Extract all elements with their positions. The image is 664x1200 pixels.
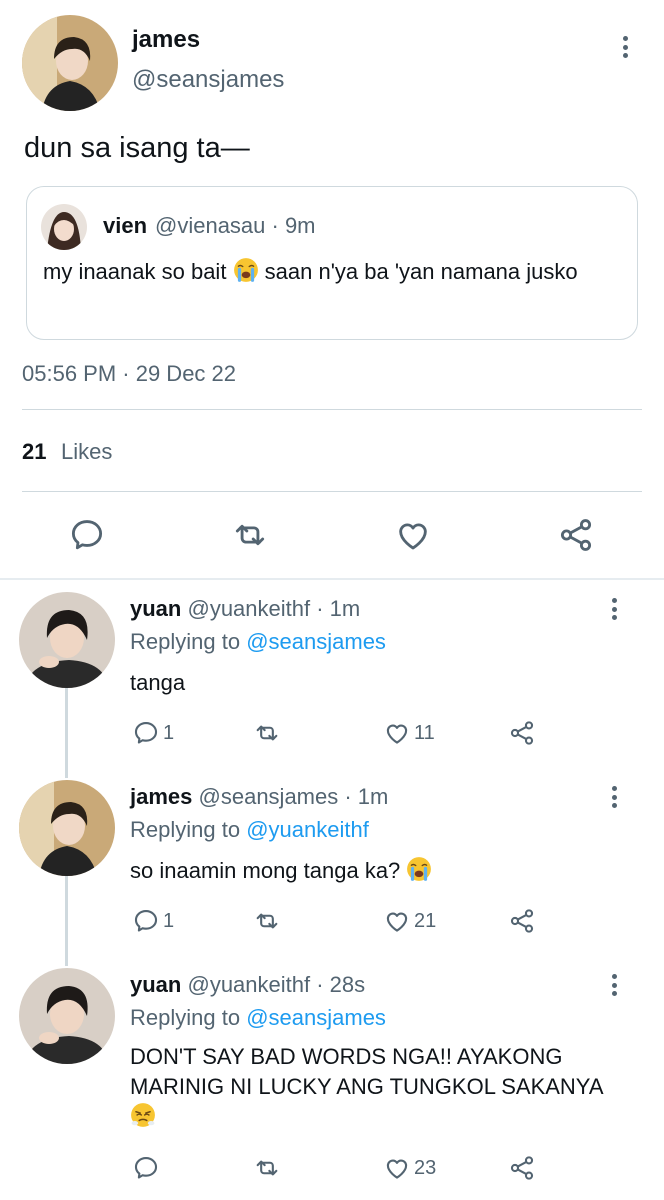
replying-to-prefix: Replying to xyxy=(130,1005,241,1030)
retweet-icon xyxy=(253,1154,281,1182)
reply-tweet[interactable]: yuan @yuankeithf · 28s Replying to @sean… xyxy=(0,968,664,1192)
replying-to-handle[interactable]: @seansjames xyxy=(246,629,386,654)
retweet-button[interactable] xyxy=(253,907,281,935)
like-button[interactable]: 11 xyxy=(383,719,435,747)
like-icon xyxy=(383,1154,411,1182)
more-vertical-icon[interactable] xyxy=(608,598,620,620)
likes-label[interactable]: Likes xyxy=(61,439,112,465)
reply-text: so inaamin mong tanga ka? xyxy=(130,856,630,886)
replying-to-prefix: Replying to xyxy=(130,817,241,842)
author-name[interactable]: james xyxy=(132,26,200,54)
likes-count[interactable]: 21 xyxy=(22,439,46,465)
reply-button[interactable]: 1 xyxy=(132,907,174,935)
quote-author-avatar xyxy=(41,204,87,250)
reply-tweet[interactable]: james @seansjames · 1m Replying to @yuan… xyxy=(0,780,664,944)
section-separator xyxy=(0,578,664,580)
retweet-button[interactable] xyxy=(253,719,281,747)
more-vertical-icon[interactable] xyxy=(619,36,631,58)
replying-to-handle[interactable]: @yuankeithf xyxy=(246,817,369,842)
reply-author-name[interactable]: james xyxy=(130,784,192,809)
reply-avatar[interactable] xyxy=(19,592,115,688)
replying-to: Replying to @seansjames xyxy=(130,629,386,655)
loudly-crying-face-icon xyxy=(233,257,259,283)
reply-text: tanga xyxy=(130,670,186,695)
reply-header: james @seansjames · 1m xyxy=(130,784,388,810)
reply-button[interactable]: 1 xyxy=(132,719,174,747)
reply-avatar[interactable] xyxy=(19,780,115,876)
quote-text-end: saan n'ya ba 'yan namana jusko xyxy=(258,259,578,284)
more-vertical-icon[interactable] xyxy=(608,974,620,996)
reply-text-body: so inaamin mong tanga ka? xyxy=(130,858,407,883)
replying-to-handle[interactable]: @seansjames xyxy=(246,1005,386,1030)
share-button[interactable] xyxy=(508,719,536,747)
reply-tweet[interactable]: yuan @yuankeithf · 1m Replying to @seans… xyxy=(0,592,664,756)
like-icon xyxy=(383,719,411,747)
reply-count: 1 xyxy=(163,909,175,932)
divider xyxy=(22,409,642,410)
tweet-timestamp[interactable]: 05:56 PM · 29 Dec 22 xyxy=(22,361,236,387)
reply-header: yuan @yuankeithf · 28s xyxy=(130,972,365,998)
reply-icon xyxy=(132,719,160,747)
reply-meta: @yuankeithf · 1m xyxy=(187,596,361,621)
reply-text: DON'T SAY BAD WORDS NGA!! AYAKONG MARINI… xyxy=(130,1042,620,1132)
face-with-steam-from-nose-icon xyxy=(130,1102,156,1128)
reply-meta: @yuankeithf · 28s xyxy=(187,972,366,997)
retweet-button[interactable] xyxy=(253,1154,281,1182)
more-vertical-icon[interactable] xyxy=(608,786,620,808)
tweet-text: dun sa isang ta— xyxy=(24,132,250,164)
quoted-tweet[interactable]: vien @vienasau · 9m my inaanak so bait s… xyxy=(26,186,638,340)
reply-button[interactable] xyxy=(132,1154,163,1182)
quote-text-start: my inaanak so bait xyxy=(43,259,227,284)
replying-to: Replying to @yuankeithf xyxy=(130,817,369,843)
retweet-icon xyxy=(253,907,281,935)
reply-icon[interactable] xyxy=(68,516,106,554)
like-icon xyxy=(383,907,411,935)
replying-to-prefix: Replying to xyxy=(130,629,241,654)
reply-author-name[interactable]: yuan xyxy=(130,596,181,621)
like-count: 11 xyxy=(414,721,435,744)
share-icon xyxy=(508,1154,536,1182)
reply-header: yuan @yuankeithf · 1m xyxy=(130,596,360,622)
reply-count: 1 xyxy=(163,721,175,744)
share-icon xyxy=(508,907,536,935)
quote-meta: @vienasau · 9m xyxy=(155,213,316,238)
like-button[interactable]: 23 xyxy=(383,1154,436,1182)
share-icon[interactable] xyxy=(557,516,595,554)
reply-icon xyxy=(132,907,160,935)
loudly-crying-face-icon xyxy=(406,856,432,882)
share-button[interactable] xyxy=(508,907,536,935)
quote-author-name: vien xyxy=(103,213,148,238)
share-button[interactable] xyxy=(508,1154,536,1182)
author-handle[interactable]: @seansjames xyxy=(132,66,284,94)
quote-text: my inaanak so bait saan n'ya ba 'yan nam… xyxy=(43,257,623,287)
divider xyxy=(22,491,642,492)
reply-text-body: DON'T SAY BAD WORDS NGA!! AYAKONG MARINI… xyxy=(130,1044,603,1099)
like-count: 21 xyxy=(414,909,437,932)
share-icon xyxy=(508,719,536,747)
like-button[interactable]: 21 xyxy=(383,907,436,935)
reply-avatar[interactable] xyxy=(19,968,115,1064)
like-icon[interactable] xyxy=(394,516,432,554)
retweet-icon xyxy=(253,719,281,747)
like-count: 23 xyxy=(414,1156,437,1179)
author-avatar[interactable] xyxy=(22,15,118,111)
retweet-icon[interactable] xyxy=(231,516,269,554)
replying-to: Replying to @seansjames xyxy=(130,1005,386,1031)
reply-author-name[interactable]: yuan xyxy=(130,972,181,997)
reply-meta: @seansjames · 1m xyxy=(198,784,389,809)
reply-icon xyxy=(132,1154,160,1182)
